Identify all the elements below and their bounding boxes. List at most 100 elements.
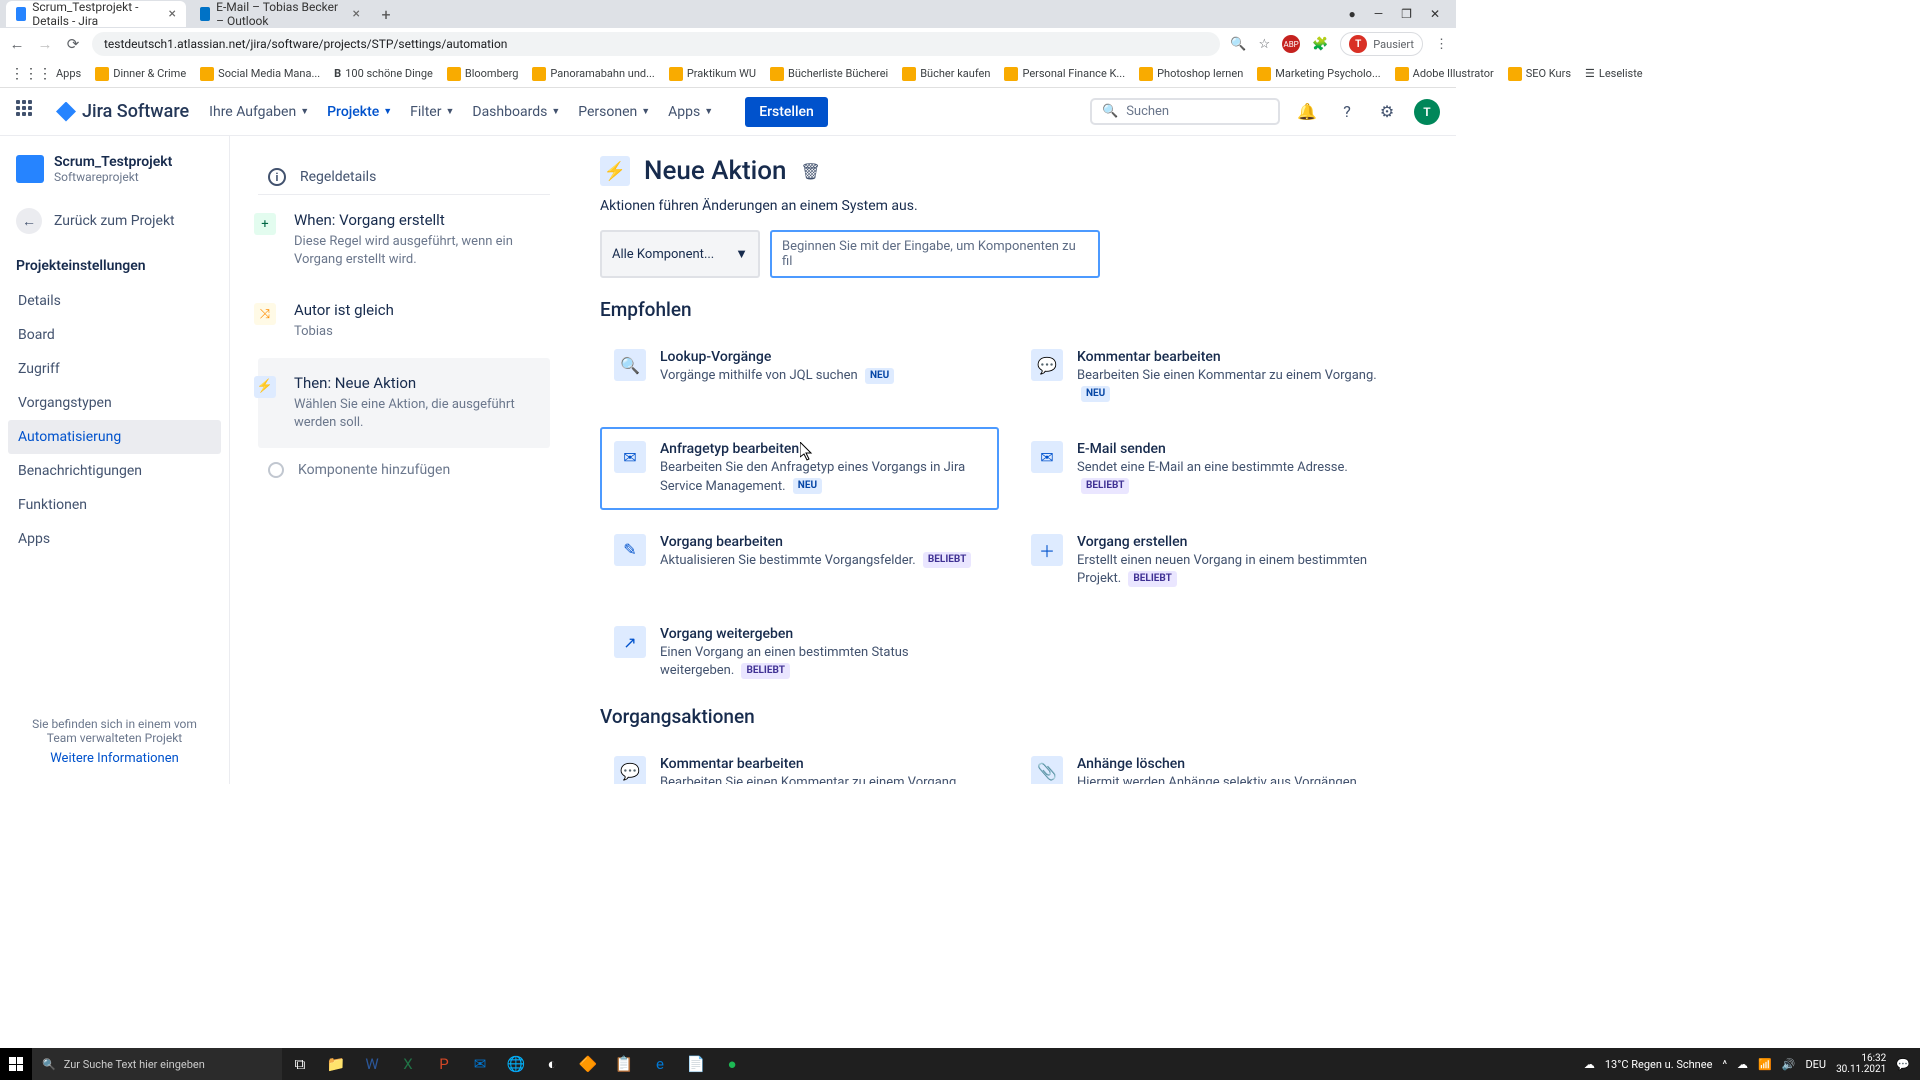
rule-details[interactable]: i Regeldetails <box>258 160 550 195</box>
chrome-icon[interactable]: 🌐 <box>498 1048 534 1080</box>
mail-icon[interactable]: ✉ <box>462 1048 498 1080</box>
menu-icon[interactable]: ⋮ <box>1435 37 1448 52</box>
abp-icon[interactable]: ABP <box>1282 35 1300 53</box>
bookmark-item[interactable]: Personal Finance K... <box>1004 67 1125 81</box>
notifications-icon[interactable]: 🔔 <box>1294 99 1320 125</box>
folder-icon <box>1139 67 1153 81</box>
rule-step-condition[interactable]: ⤨ Autor ist gleich Tobias <box>258 285 550 357</box>
maximize-icon[interactable]: ❐ <box>1401 7 1412 21</box>
sidebar-item-funktionen[interactable]: Funktionen <box>8 488 221 522</box>
bookmark-item[interactable]: Panoramabahn und... <box>532 67 654 81</box>
onedrive-icon[interactable]: ☁ <box>1737 1058 1748 1071</box>
bookmark-item[interactable]: SEO Kurs <box>1508 67 1571 81</box>
profile-pausiert[interactable]: T Pausiert <box>1340 32 1423 56</box>
jira-logo[interactable]: Jira Software <box>56 101 189 122</box>
sidebar-item-details[interactable]: Details <box>8 284 221 318</box>
language-indicator[interactable]: DEU <box>1805 1058 1826 1071</box>
sidebar-item-automatisierung[interactable]: Automatisierung <box>8 420 221 454</box>
circle-icon[interactable]: ● <box>1349 7 1356 21</box>
section-issue-actions: Vorgangsaktionen <box>600 705 1416 728</box>
bookmark-item[interactable]: Social Media Mana... <box>200 67 320 81</box>
tab-outlook[interactable]: E-Mail – Tobias Becker – Outlook × <box>190 1 370 27</box>
bookmark-item[interactable]: Adobe Illustrator <box>1395 67 1494 81</box>
close-window-icon[interactable]: ✕ <box>1430 7 1440 21</box>
nav-dashboards[interactable]: Dashboards▼ <box>472 104 560 120</box>
app-icon[interactable]: 📋 <box>606 1048 642 1080</box>
card-vorgang-weitergeben[interactable]: ↗ Vorgang weitergeben Einen Vorgang an e… <box>600 612 999 694</box>
delete-icon[interactable]: 🗑 <box>801 162 821 181</box>
bookmark-item[interactable]: ⋮⋮⋮Apps <box>10 66 81 82</box>
sidebar-item-board[interactable]: Board <box>8 318 221 352</box>
bookmark-item[interactable]: B100 schöne Dinge <box>334 67 433 80</box>
back-icon[interactable]: ← <box>8 35 26 53</box>
nav-aufgaben[interactable]: Ihre Aufgaben▼ <box>209 104 309 120</box>
footer-link[interactable]: Weitere Informationen <box>18 751 211 766</box>
spotify-icon[interactable]: ● <box>714 1048 750 1080</box>
url-input[interactable]: testdeutsch1.atlassian.net/jira/software… <box>92 32 1220 56</box>
notepad-icon[interactable]: 📄 <box>678 1048 714 1080</box>
bookmark-item[interactable]: Bücherliste Bücherei <box>770 67 888 81</box>
close-icon[interactable]: × <box>169 6 176 22</box>
add-component[interactable]: Komponente hinzufügen <box>258 448 550 492</box>
filter-input[interactable]: Beginnen Sie mit der Eingabe, um Kompone… <box>770 230 1100 278</box>
nav-filter[interactable]: Filter▼ <box>410 104 454 120</box>
card-email-senden[interactable]: ✉ E-Mail senden Sendet eine E-Mail an ei… <box>1017 427 1416 509</box>
card-vorgang-bearbeiten[interactable]: ✎ Vorgang bearbeiten Aktualisieren Sie b… <box>600 520 999 602</box>
volume-icon[interactable]: 🔊 <box>1782 1058 1796 1071</box>
card-anhaenge-loeschen[interactable]: 📎 Anhänge löschen Hiermit werden Anhänge… <box>1017 742 1416 785</box>
bookmark-item[interactable]: Marketing Psycholo... <box>1257 67 1380 81</box>
sidebar-item-apps[interactable]: Apps <box>8 522 221 556</box>
settings-icon[interactable]: ⚙ <box>1374 99 1400 125</box>
card-anfragetyp-bearbeiten[interactable]: ✉ Anfragetyp bearbeiten Bearbeiten Sie d… <box>600 427 999 509</box>
card-vorgang-erstellen[interactable]: ＋ Vorgang erstellen Erstellt einen neuen… <box>1017 520 1416 602</box>
extensions-icon[interactable]: 🧩 <box>1312 37 1328 52</box>
bookmark-item[interactable]: Photoshop lernen <box>1139 67 1243 81</box>
wifi-icon[interactable]: 📶 <box>1758 1058 1772 1071</box>
component-select[interactable]: Alle Komponent... ▼ <box>600 230 760 278</box>
search-icon[interactable]: 🔍 <box>1230 37 1246 52</box>
star-icon[interactable]: ☆ <box>1258 37 1270 52</box>
start-button[interactable] <box>0 1048 32 1080</box>
minimize-icon[interactable]: — <box>1374 7 1383 21</box>
notifications-icon[interactable]: 💬 <box>1896 1058 1910 1071</box>
sidebar-item-zugriff[interactable]: Zugriff <box>8 352 221 386</box>
help-icon[interactable]: ? <box>1334 99 1360 125</box>
app-icon[interactable]: ◐ <box>534 1048 570 1080</box>
bookmark-item[interactable]: Praktikum WU <box>669 67 756 81</box>
back-to-project[interactable]: ← Zurück zum Projekt <box>8 198 221 244</box>
explorer-icon[interactable]: 📁 <box>318 1048 354 1080</box>
reload-icon[interactable]: ⟳ <box>64 35 82 53</box>
app-icon[interactable]: 🔶 <box>570 1048 606 1080</box>
bookmark-leseliste[interactable]: ☰Leseliste <box>1585 67 1643 80</box>
bookmark-item[interactable]: Bloomberg <box>447 67 519 81</box>
edge-icon[interactable]: e <box>642 1048 678 1080</box>
powerpoint-icon[interactable]: P <box>426 1048 462 1080</box>
sidebar-item-vorgangstypen[interactable]: Vorgangstypen <box>8 386 221 420</box>
nav-personen[interactable]: Personen▼ <box>578 104 650 120</box>
create-button[interactable]: Erstellen <box>745 97 828 127</box>
card-kommentar-bearbeiten[interactable]: 💬 Kommentar bearbeiten Bearbeiten Sie ei… <box>1017 335 1416 417</box>
task-view-icon[interactable]: ⧉ <box>282 1048 318 1080</box>
avatar[interactable]: T <box>1414 99 1440 125</box>
bookmark-item[interactable]: Dinner & Crime <box>95 67 186 81</box>
new-tab-button[interactable]: + <box>374 5 398 24</box>
app-switcher-icon[interactable] <box>16 100 40 124</box>
clock[interactable]: 16:32 30.11.2021 <box>1836 1053 1886 1075</box>
nav-apps[interactable]: Apps▼ <box>668 104 713 120</box>
word-icon[interactable]: W <box>354 1048 390 1080</box>
bookmark-item[interactable]: Bücher kaufen <box>902 67 990 81</box>
card-lookup-vorgaenge[interactable]: 🔍 Lookup-Vorgänge Vorgänge mithilfe von … <box>600 335 999 417</box>
rule-step-when[interactable]: + When: Vorgang erstellt Diese Regel wir… <box>258 195 550 285</box>
nav-projekte[interactable]: Projekte▼ <box>327 104 392 120</box>
sidebar-item-benachrichtigungen[interactable]: Benachrichtigungen <box>8 454 221 488</box>
tab-jira[interactable]: Scrum_Testprojekt - Details - Jira × <box>6 1 186 27</box>
taskbar-search[interactable]: 🔍 Zur Suche Text hier eingeben <box>32 1048 282 1080</box>
weather-text[interactable]: 13°C Regen u. Schnee <box>1605 1058 1713 1071</box>
weather-icon[interactable]: ☁ <box>1584 1058 1595 1071</box>
excel-icon[interactable]: X <box>390 1048 426 1080</box>
card-kommentar-bearbeiten-2[interactable]: 💬 Kommentar bearbeiten Bearbeiten Sie ei… <box>600 742 999 785</box>
chevron-up-icon[interactable]: ^ <box>1722 1058 1727 1071</box>
close-icon[interactable]: × <box>353 6 360 22</box>
search-input[interactable]: 🔍 Suchen <box>1090 98 1280 125</box>
rule-step-then[interactable]: ⚡ Then: Neue Aktion Wählen Sie eine Akti… <box>258 358 550 448</box>
